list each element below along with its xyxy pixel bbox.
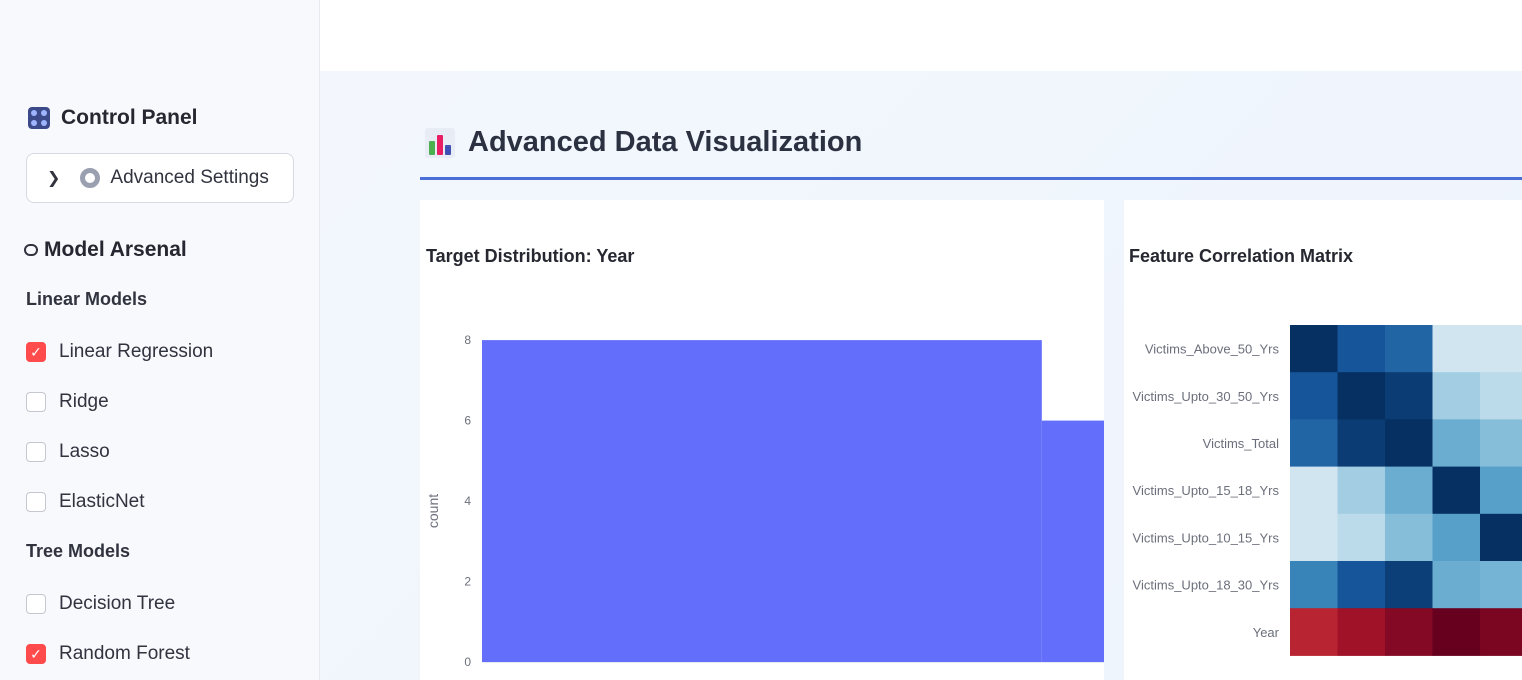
- heatmap-cell-4-1: [1337, 513, 1386, 562]
- goggles-icon: [24, 244, 38, 256]
- heatmap-cell-2-0: [1290, 419, 1338, 468]
- heatmap-cell-2-3: [1432, 419, 1481, 468]
- y-tick-label-4: 8: [464, 333, 471, 347]
- checkbox-box[interactable]: [26, 442, 46, 462]
- heatmap-cell-4-4: [1480, 513, 1522, 562]
- heatmap-cell-3-3: [1432, 466, 1481, 515]
- group-label-linear-models: Linear Models: [26, 289, 148, 309]
- heatmap-cell-4-3: [1432, 513, 1481, 562]
- histogram-chart: 0 2 4 6 8 count: [425, 333, 1104, 669]
- checkbox-label: Random Forest: [59, 643, 190, 664]
- main-area: Advanced Data Visualization Target Distr…: [320, 0, 1522, 680]
- target-distribution-card: Target Distribution: Year 0 2 4 6 8 count: [420, 200, 1104, 680]
- heatmap-row-label-1: Victims_Upto_30_50_Yrs: [1133, 389, 1280, 404]
- page-title-label: Advanced Data Visualization: [468, 126, 863, 158]
- histogram-bar-0: [482, 340, 1042, 662]
- correlation-matrix-card: Feature Correlation Matrix Victims_Above…: [1124, 200, 1522, 680]
- heatmap-cell-6-3: [1432, 608, 1481, 656]
- heatmap-cell-6-0: [1290, 608, 1338, 656]
- checkbox-box[interactable]: [26, 492, 46, 512]
- heatmap-cell-4-0: [1290, 513, 1338, 562]
- checkbox-linear-regression[interactable]: ✓ Linear Regression: [26, 341, 213, 363]
- histogram-bar-1: [1041, 420, 1104, 662]
- model-arsenal-title: Model Arsenal: [24, 238, 187, 262]
- sidebar: Control Panel ❯ Advanced Settings Model …: [0, 0, 320, 680]
- heatmap-cell-1-4: [1480, 372, 1522, 420]
- heatmap-row-label-4: Victims_Upto_10_15_Yrs: [1133, 530, 1280, 545]
- heatmap-cell-5-3: [1432, 561, 1481, 609]
- gear-icon: [80, 168, 101, 188]
- top-header: [320, 0, 1522, 71]
- y-axis-label: count: [425, 494, 441, 528]
- model-arsenal-label: Model Arsenal: [44, 238, 187, 261]
- y-tick-label-0: 0: [464, 655, 471, 669]
- control-panel-title: Control Panel: [28, 106, 198, 130]
- heatmap-row-label-0: Victims_Above_50_Yrs: [1145, 342, 1280, 357]
- heatmap-cell-3-1: [1337, 466, 1386, 515]
- checkbox-box[interactable]: ✓: [26, 342, 46, 362]
- chevron-right-icon: ❯: [47, 170, 61, 187]
- heatmap-cell-1-0: [1290, 372, 1338, 420]
- checkbox-lasso[interactable]: Lasso: [26, 441, 110, 463]
- checkbox-decision-tree[interactable]: Decision Tree: [26, 593, 175, 615]
- checkbox-label: Ridge: [59, 391, 109, 412]
- heatmap-cell-0-1: [1337, 325, 1386, 373]
- checkbox-label: Decision Tree: [59, 593, 176, 614]
- checkbox-label: Linear Regression: [59, 341, 214, 362]
- heatmap-cell-5-0: [1290, 561, 1338, 609]
- heatmap-cell-3-4: [1480, 466, 1522, 515]
- title-divider: [420, 177, 1522, 180]
- heatmap-cell-6-4: [1480, 608, 1522, 656]
- control-panel-label: Control Panel: [61, 106, 198, 129]
- y-tick-label-1: 2: [464, 575, 471, 589]
- heatmap-cell-5-2: [1385, 561, 1433, 609]
- checkbox-label: ElasticNet: [59, 491, 145, 512]
- heatmap-row-label-2: Victims_Total: [1203, 436, 1279, 451]
- heatmap-cell-4-2: [1385, 513, 1433, 562]
- group-label-tree-models: Tree Models: [26, 541, 131, 561]
- heatmap-cell-6-1: [1337, 608, 1386, 656]
- advanced-settings-expander[interactable]: ❯ Advanced Settings: [26, 153, 294, 203]
- y-tick-label-2: 4: [464, 494, 471, 508]
- heatmap-cell-0-0: [1290, 325, 1338, 373]
- page-title: Advanced Data Visualization: [425, 126, 862, 159]
- bar-chart-icon: [425, 127, 455, 158]
- checkbox-ridge[interactable]: Ridge: [26, 391, 109, 413]
- heatmap-cell-0-2: [1385, 325, 1433, 373]
- heatmap-cell-2-4: [1480, 419, 1522, 468]
- heatmap-chart: Victims_Above_50_Yrs Victims_Upto_30_50_Y…: [1133, 325, 1522, 656]
- heatmap-row-label-3: Victims_Upto_15_18_Yrs: [1133, 483, 1280, 498]
- checkbox-label: Lasso: [59, 441, 110, 462]
- heatmap-cell-0-4: [1480, 325, 1522, 373]
- checkbox-random-forest[interactable]: ✓ Random Forest: [26, 643, 190, 665]
- checkbox-elasticnet[interactable]: ElasticNet: [26, 491, 145, 513]
- heatmap-cell-1-3: [1432, 372, 1481, 420]
- heatmap-cell-5-1: [1337, 561, 1386, 609]
- heatmap-cell-5-4: [1480, 561, 1522, 609]
- heatmap-cell-2-1: [1337, 419, 1386, 468]
- heatmap-cell-6-2: [1385, 608, 1433, 656]
- heatmap-cell-1-2: [1385, 372, 1433, 420]
- heatmap-row-label-5: Victims_Upto_18_30_Yrs: [1133, 578, 1280, 593]
- checkbox-box[interactable]: ✓: [26, 644, 46, 664]
- checkbox-box[interactable]: [26, 594, 46, 614]
- heatmap-cell-1-1: [1337, 372, 1386, 420]
- advanced-settings-label: Advanced Settings: [110, 167, 269, 188]
- control-knobs-icon: [28, 107, 50, 129]
- checkbox-box[interactable]: [26, 392, 46, 412]
- heatmap-cell-2-2: [1385, 419, 1433, 468]
- heatmap-cell-3-2: [1385, 466, 1433, 515]
- y-tick-label-3: 6: [464, 414, 471, 428]
- heatmap-row-label-6: Year: [1253, 625, 1280, 640]
- heatmap-cell-0-3: [1432, 325, 1481, 373]
- heatmap-cell-3-0: [1290, 466, 1338, 515]
